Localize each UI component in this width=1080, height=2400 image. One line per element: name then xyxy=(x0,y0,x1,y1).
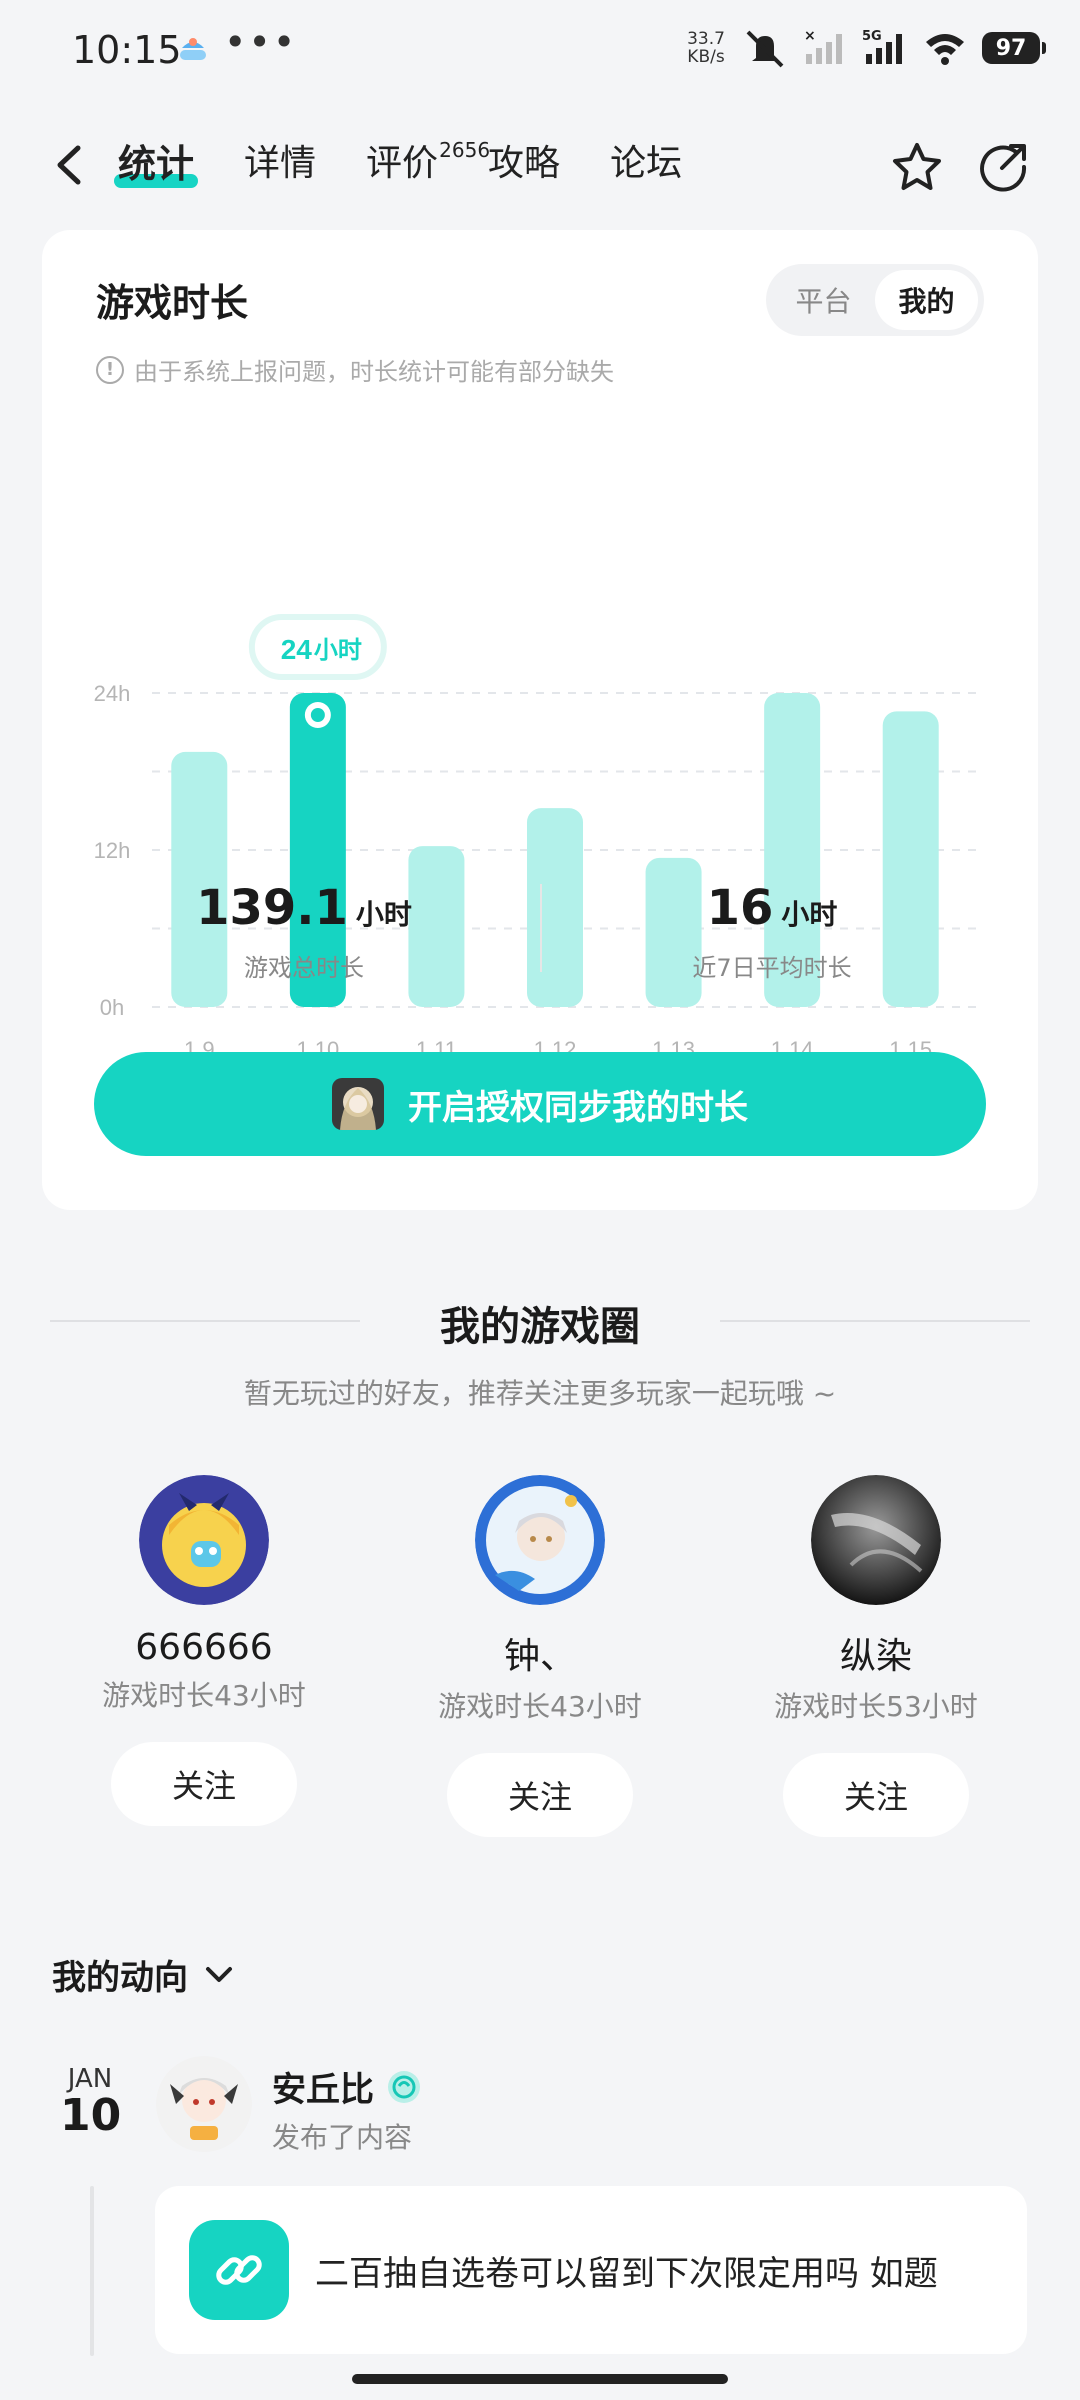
signal-5g-icon: 5G xyxy=(862,29,902,64)
player-name: 纵染 xyxy=(839,1636,912,1677)
review-count-badge: 2656 xyxy=(439,138,491,162)
status-time: 10:15 xyxy=(72,28,182,72)
status-bar: 10:15 ••• 33.7 KB/s × 5G 97 xyxy=(0,0,1080,100)
post-action: 发布了内容 xyxy=(272,2121,413,2154)
tab-bar: 统计 详情 评价 2656 攻略 论坛 xyxy=(114,138,732,190)
game-avatar-icon xyxy=(332,1078,384,1130)
post-content: 二百抽自选卷可以留到下次限定用吗 如题 xyxy=(315,2254,938,2294)
chevron-down-icon xyxy=(206,1966,232,1982)
post-author-name: 安丘比 xyxy=(272,2070,374,2110)
my-activity-dropdown[interactable]: 我的动向 xyxy=(52,1950,234,1999)
signal-sim1-icon: × xyxy=(804,28,842,64)
mute-icon xyxy=(746,30,784,68)
summary-divider xyxy=(540,884,542,972)
recommended-players: 666666 游戏时长43小时 关注 钟、 游戏时长43小时 关注 纵染 游戏时… xyxy=(0,1475,1080,1845)
total-label: 游戏总时长 xyxy=(244,954,364,982)
wifi-icon xyxy=(926,34,964,65)
player-card: 纵染 游戏时长53小时 关注 xyxy=(726,1475,1026,1837)
player-card: 钟、 游戏时长43小时 关注 xyxy=(390,1475,690,1837)
chart-y-tick-label: 24h xyxy=(94,681,131,706)
back-icon[interactable] xyxy=(50,142,90,188)
tab-stats[interactable]: 统计 xyxy=(114,138,199,190)
sync-playtime-button[interactable]: 开启授权同步我的时长 xyxy=(94,1052,986,1156)
timeline-line xyxy=(90,2186,94,2356)
app-notification-icon xyxy=(180,38,206,60)
chart-tooltip-unit: 小时 xyxy=(314,636,362,664)
tab-reviews[interactable]: 评价 2656 xyxy=(366,138,490,190)
tab-details[interactable]: 详情 xyxy=(244,138,316,190)
chart-tooltip-value: 24 xyxy=(281,634,313,665)
more-notifications-icon: ••• xyxy=(224,20,298,64)
toggle-mine[interactable]: 我的 xyxy=(875,270,978,330)
user-avatar[interactable] xyxy=(156,2056,252,2152)
svg-text:×: × xyxy=(804,28,816,44)
total-unit: 小时 xyxy=(355,898,412,931)
svg-text:5G: 5G xyxy=(862,29,882,44)
battery-indicator: 97 xyxy=(982,32,1046,64)
total-playtime: 139.1 小时 游戏总时长 xyxy=(94,880,514,983)
chart-y-tick-label: 0h xyxy=(100,995,124,1020)
summary-row: 139.1 小时 游戏总时长 16 小时 近7日平均时长 xyxy=(42,880,1038,990)
post-author[interactable]: 安丘比 xyxy=(272,2062,422,2111)
tab-guides[interactable]: 攻略 xyxy=(488,138,560,190)
toggle-platform[interactable]: 平台 xyxy=(772,270,875,330)
chart-highlight-dot xyxy=(310,708,325,722)
player-card: 666666 游戏时长43小时 关注 xyxy=(54,1475,354,1826)
average-label: 近7日平均时长 xyxy=(692,954,852,982)
playtime-stats-card: 游戏时长 平台 我的 ! 由于系统上报问题，时长统计可能有部分缺失 0h 12h 2… xyxy=(42,230,1038,1210)
game-circle-subtitle: 暂无玩过的好友，推荐关注更多玩家一起玩哦 ~ xyxy=(243,1377,837,1410)
player-playtime: 游戏时长43小时 xyxy=(438,1690,642,1723)
game-circle-title: 我的游戏圈 xyxy=(440,1304,640,1350)
link-icon xyxy=(189,2220,289,2320)
player-name: 666666 xyxy=(135,1627,273,1668)
card-title: 游戏时长 xyxy=(96,281,249,325)
player-playtime: 游戏时长53小时 xyxy=(774,1690,978,1723)
sync-button-label: 开启授权同步我的时长 xyxy=(408,1087,748,1128)
player-playtime: 游戏时长43小时 xyxy=(102,1679,306,1712)
follow-button[interactable]: 关注 xyxy=(111,1742,297,1826)
tab-forum[interactable]: 论坛 xyxy=(610,138,682,190)
verified-badge-icon xyxy=(388,2070,420,2103)
favorite-star-icon[interactable] xyxy=(890,140,944,194)
post-date-day: 10 xyxy=(60,2090,122,2141)
activity-header-label: 我的动向 xyxy=(52,1958,188,1998)
average-value: 16 xyxy=(706,880,774,936)
net-speed: 33.7 KB/s xyxy=(687,29,725,67)
player-avatar[interactable] xyxy=(811,1475,941,1605)
top-nav: 统计 详情 评价 2656 攻略 论坛 xyxy=(0,120,1080,210)
post-date: JAN 10 xyxy=(60,2064,122,2141)
average-playtime: 16 小时 近7日平均时长 xyxy=(562,880,982,983)
follow-button[interactable]: 关注 xyxy=(447,1753,633,1837)
game-circle-header: 我的游戏圈 xyxy=(0,1290,1080,1350)
total-value: 139.1 xyxy=(196,880,348,936)
source-toggle: 平台 我的 xyxy=(766,264,984,336)
player-avatar[interactable] xyxy=(475,1475,605,1605)
status-icons: 33.7 KB/s × 5G 97 xyxy=(684,26,1046,70)
share-icon[interactable] xyxy=(976,140,1030,194)
chart-y-tick-label: 12h xyxy=(94,838,131,863)
post-card[interactable]: 二百抽自选卷可以留到下次限定用吗 如题 xyxy=(155,2186,1027,2354)
home-indicator[interactable] xyxy=(352,2374,728,2384)
follow-button[interactable]: 关注 xyxy=(783,1753,969,1837)
player-name: 钟、 xyxy=(503,1636,576,1677)
player-avatar[interactable] xyxy=(139,1475,269,1605)
average-unit: 小时 xyxy=(781,898,838,931)
